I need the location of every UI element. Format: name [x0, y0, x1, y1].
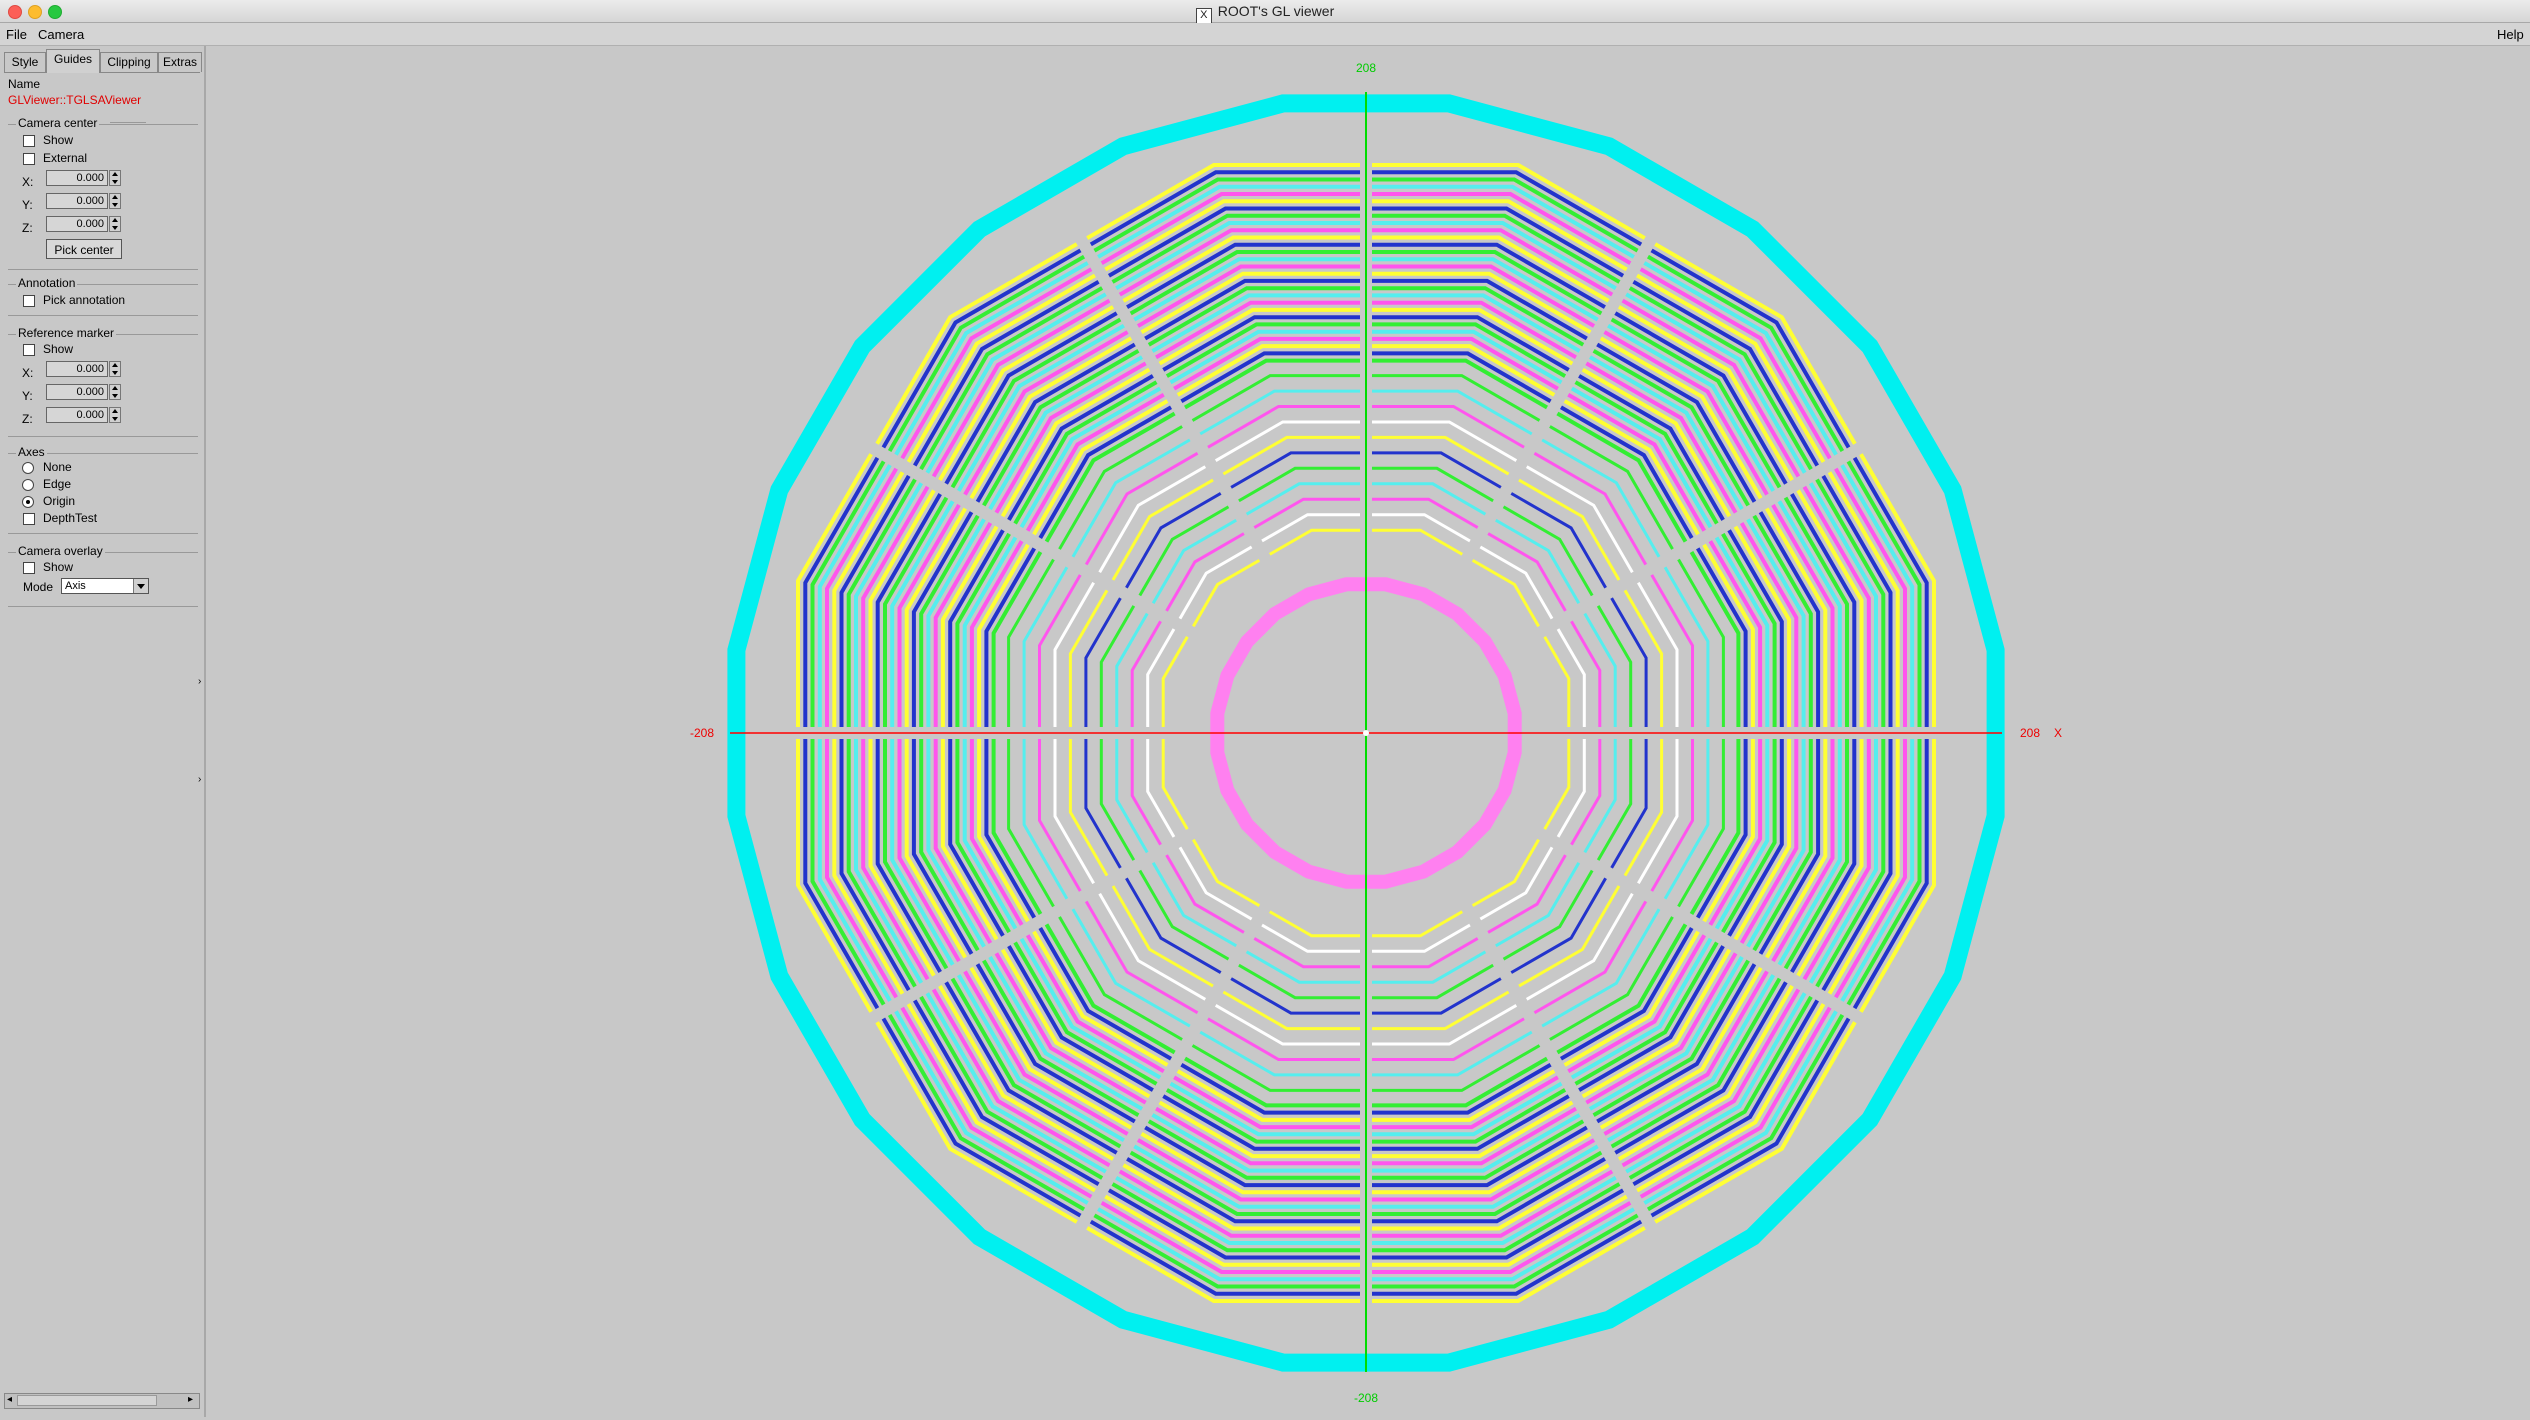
camera-center-x-stepper[interactable] — [109, 170, 121, 186]
camera-overlay-show-label: Show — [43, 560, 74, 574]
reference-marker-y-stepper[interactable] — [109, 384, 121, 400]
camera-center-z-input[interactable]: 0.000 — [46, 216, 108, 232]
axes-origin-label: Origin — [43, 494, 76, 508]
reference-marker-title: Reference marker — [16, 326, 117, 340]
reference-marker-x-label: X: — [22, 366, 34, 380]
camera-center-title: Camera center — [16, 116, 100, 130]
x11-app-icon: X — [1195, 8, 1212, 24]
ged-editor-panel: Style Guides Clipping Extras Name GLView… — [0, 46, 206, 1417]
axes-origin-radio[interactable] — [22, 496, 34, 508]
axes-depthtest-checkbox[interactable] — [23, 513, 35, 525]
reference-marker-z-stepper[interactable] — [109, 407, 121, 423]
axes-none-label: None — [43, 460, 72, 474]
camera-center-z-label: Z: — [22, 221, 33, 235]
camera-center-frame-bottom — [8, 269, 198, 270]
splitter-arrow-icon[interactable]: › — [198, 676, 201, 687]
axes-edge-label: Edge — [43, 477, 72, 491]
chevron-down-icon — [133, 579, 148, 593]
detector-scene[interactable]: 208 -208 -208 208 X — [206, 46, 2530, 1417]
reference-marker-x-stepper[interactable] — [109, 361, 121, 377]
camera-center-y-stepper[interactable] — [109, 193, 121, 209]
camera-overlay-mode-select[interactable]: Axis — [61, 578, 149, 594]
origin-marker — [1363, 730, 1369, 736]
reference-marker-y-label: Y: — [22, 389, 33, 403]
pick-annotation-checkbox[interactable] — [23, 295, 35, 307]
camera-overlay-mode-label: Mode — [23, 580, 54, 594]
window-title: X ROOT's GL viewer — [0, 3, 2530, 24]
scroll-left-icon[interactable]: ◂ — [7, 1394, 12, 1405]
menu-file[interactable]: File — [6, 27, 27, 42]
axes-title: Axes — [16, 445, 47, 459]
reference-marker-z-input[interactable]: 0.000 — [46, 407, 108, 423]
reference-marker-x-input[interactable]: 0.000 — [46, 361, 108, 377]
camera-center-external-label: External — [43, 151, 88, 165]
gl-viewport[interactable]: 208 -208 -208 208 X — [206, 46, 2530, 1417]
axes-frame-bottom — [8, 533, 198, 534]
tab-style[interactable]: Style — [4, 52, 46, 72]
tab-divider — [4, 72, 200, 73]
viewer-name-value: GLViewer::TGLSAViewer — [8, 93, 142, 107]
x-axis-min-label: -208 — [690, 726, 714, 740]
panel-horizontal-scrollbar[interactable]: ◂ ▸ — [4, 1393, 200, 1409]
camera-center-external-checkbox[interactable] — [23, 153, 35, 165]
reference-marker-y-input[interactable]: 0.000 — [46, 384, 108, 400]
menu-camera[interactable]: Camera — [38, 27, 84, 42]
annotation-frame-bottom — [8, 315, 198, 316]
name-label: Name — [8, 77, 41, 91]
menubar: File Camera Help — [0, 23, 2530, 46]
window-title-text: ROOT's GL viewer — [1217, 3, 1335, 19]
camera-overlay-title: Camera overlay — [16, 544, 105, 558]
axes-edge-radio[interactable] — [22, 479, 34, 491]
reference-marker-show-label: Show — [43, 342, 74, 356]
camera-overlay-frame-bottom — [8, 606, 198, 607]
y-axis-min-label: -208 — [1354, 1391, 1378, 1405]
scrollbar-thumb[interactable] — [17, 1395, 157, 1406]
tab-clipping[interactable]: Clipping — [100, 52, 158, 72]
tab-extras[interactable]: Extras — [158, 52, 202, 72]
x-axis-name-label: X — [2054, 726, 2062, 740]
tab-guides[interactable]: Guides — [46, 49, 100, 73]
splitter-arrow-icon-2[interactable]: › — [198, 774, 201, 785]
axes-none-radio[interactable] — [22, 462, 34, 474]
camera-center-y-input[interactable]: 0.000 — [46, 193, 108, 209]
axes-depthtest-label: DepthTest — [43, 511, 98, 525]
camera-center-x-input[interactable]: 0.000 — [46, 170, 108, 186]
camera-center-show-checkbox[interactable] — [23, 135, 35, 147]
reference-marker-show-checkbox[interactable] — [23, 344, 35, 356]
y-axis-max-label: 208 — [1356, 61, 1376, 75]
pick-center-button[interactable]: Pick center — [46, 239, 122, 259]
pick-annotation-label: Pick annotation — [43, 293, 126, 307]
window-titlebar: X ROOT's GL viewer — [0, 0, 2530, 24]
camera-center-x-label: X: — [22, 175, 34, 189]
reference-marker-z-label: Z: — [22, 412, 33, 426]
camera-overlay-mode-value: Axis — [65, 580, 86, 592]
scroll-right-icon[interactable]: ▸ — [188, 1394, 193, 1405]
camera-center-y-label: Y: — [22, 198, 33, 212]
name-underline — [110, 122, 146, 123]
annotation-title: Annotation — [16, 276, 78, 290]
x-axis-max-label: 208 — [2020, 726, 2040, 740]
reference-marker-frame-bottom — [8, 436, 198, 437]
camera-overlay-show-checkbox[interactable] — [23, 562, 35, 574]
menu-help[interactable]: Help — [2497, 27, 2524, 42]
camera-center-show-label: Show — [43, 133, 74, 147]
camera-center-z-stepper[interactable] — [109, 216, 121, 232]
